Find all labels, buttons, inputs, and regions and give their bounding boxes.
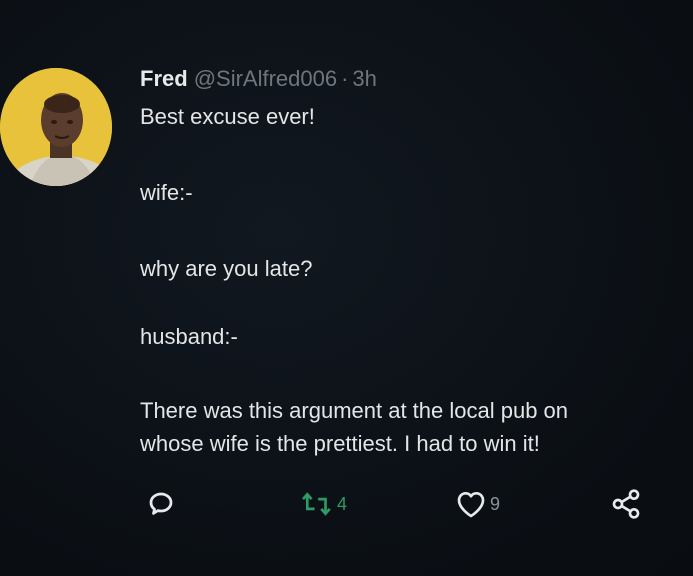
tweet-line: husband:- <box>140 324 238 349</box>
tweet-line: wife:- <box>140 180 193 205</box>
tweet-timestamp[interactable]: 3h <box>352 66 376 91</box>
retweet-icon <box>302 492 331 516</box>
reply-button[interactable] <box>146 484 176 524</box>
share-icon <box>612 489 640 519</box>
tweet-header: Fred @SirAlfred006 · 3h <box>140 64 377 94</box>
author-handle[interactable]: @SirAlfred006 <box>194 66 337 91</box>
heart-icon <box>457 492 485 518</box>
author-name[interactable]: Fred <box>140 66 188 91</box>
retweet-button[interactable]: 4 <box>300 484 347 524</box>
tweet-card[interactable]: Fred @SirAlfred006 · 3h Best excuse ever! w… <box>0 0 693 576</box>
separator-dot: · <box>341 66 349 91</box>
tweet-line: why are you late? <box>140 256 313 281</box>
reply-icon <box>149 492 173 515</box>
avatar[interactable] <box>0 68 112 186</box>
avatar-photo <box>0 68 112 186</box>
tweet-actions: 4 9 <box>0 484 693 524</box>
share-button[interactable] <box>610 484 642 524</box>
like-button[interactable]: 9 <box>455 484 500 524</box>
tweet-line: whose wife is the prettiest. I had to wi… <box>140 431 540 456</box>
like-count: 9 <box>490 493 501 514</box>
tweet-line: There was this argument at the local pub… <box>140 398 569 423</box>
retweet-count: 4 <box>337 493 348 514</box>
tweet-line: Best excuse ever! <box>140 104 315 129</box>
